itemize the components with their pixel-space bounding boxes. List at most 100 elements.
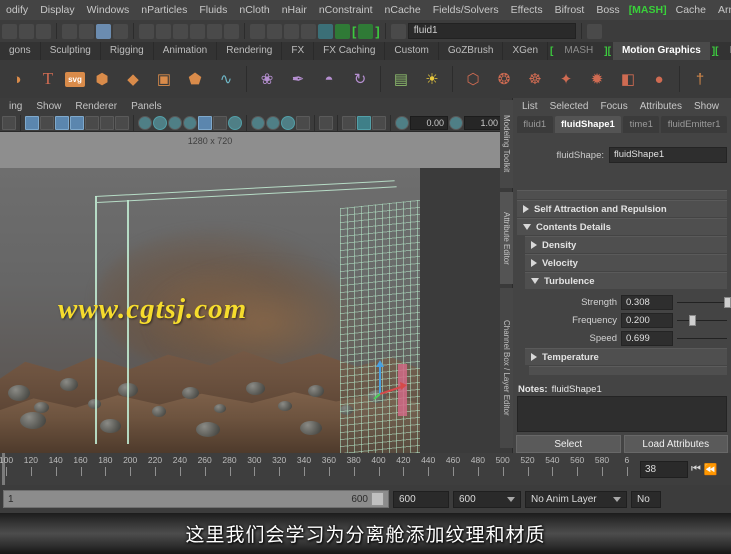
gate-mask-icon[interactable] bbox=[70, 115, 84, 130]
safe-title-icon[interactable] bbox=[115, 115, 129, 130]
ae-menu-attributes[interactable]: Attributes bbox=[634, 101, 688, 112]
snap-point-icon[interactable] bbox=[173, 23, 188, 39]
menu-item-bifrost[interactable]: Bifrost bbox=[549, 0, 591, 20]
film-gate-icon[interactable] bbox=[40, 115, 54, 130]
menu-item-boss[interactable]: Boss bbox=[590, 0, 625, 20]
depth-of-field-icon[interactable] bbox=[281, 115, 295, 130]
menu-item-ncloth[interactable]: nCloth bbox=[233, 0, 275, 20]
particle-cube-icon[interactable]: ⬡ bbox=[459, 65, 487, 93]
hypershade-icon[interactable] bbox=[318, 23, 333, 39]
menu-item-ncache[interactable]: nCache bbox=[379, 0, 427, 20]
section-turbulence[interactable]: Turbulence bbox=[525, 272, 727, 289]
viewport-menu-lighting[interactable]: ing bbox=[2, 101, 29, 112]
menu-item-cache[interactable]: Cache bbox=[670, 0, 712, 20]
svg-icon[interactable]: svg bbox=[65, 71, 85, 87]
menu-item-fields-solvers[interactable]: Fields/Solvers bbox=[427, 0, 505, 20]
particle-sphere-icon[interactable]: ❂ bbox=[490, 65, 518, 93]
texture-border-icon[interactable] bbox=[372, 115, 386, 130]
playback-range-slider[interactable]: 1 600 bbox=[3, 490, 389, 508]
attr-field-strength[interactable]: 0.308 bbox=[621, 294, 673, 310]
smooth-shade-icon[interactable] bbox=[153, 115, 167, 130]
snap-grid-icon[interactable] bbox=[139, 23, 154, 39]
shelf-tab-sculpting[interactable]: Sculpting bbox=[41, 42, 101, 60]
mash-waiter-icon[interactable] bbox=[358, 23, 374, 39]
quick-selection-input[interactable]: fluid1 bbox=[407, 23, 576, 39]
grid-display-icon[interactable] bbox=[25, 115, 39, 130]
shelf-tab-fx-caching[interactable]: FX Caching bbox=[314, 42, 386, 60]
menu-item-arnold[interactable]: Arnold bbox=[712, 0, 731, 20]
playback-end-field[interactable]: 600 bbox=[393, 490, 449, 508]
notes-textarea[interactable] bbox=[517, 396, 727, 432]
save-scene-icon[interactable] bbox=[36, 23, 51, 39]
layers-icon[interactable]: ◆ bbox=[119, 65, 147, 93]
viewport-canvas[interactable]: 1280 x 720 www.cgtsj.com bbox=[0, 132, 500, 453]
particle-spray-icon[interactable]: ✦ bbox=[552, 65, 580, 93]
ae-menu-focus[interactable]: Focus bbox=[594, 101, 633, 112]
menu-item-display[interactable]: Display bbox=[34, 0, 80, 20]
ae-menu-help[interactable]: Help bbox=[725, 101, 731, 112]
curve-node-icon[interactable]: ∿ bbox=[212, 65, 240, 93]
menu-item-windows[interactable]: Windows bbox=[81, 0, 136, 20]
anim-layer-dropdown[interactable]: No Anim Layer bbox=[525, 490, 627, 508]
snap-projection-icon[interactable] bbox=[190, 23, 205, 39]
exposure-field[interactable]: 0.00 bbox=[410, 115, 448, 130]
attr-field-frequency[interactable]: 0.200 bbox=[621, 312, 673, 328]
safe-action-icon[interactable] bbox=[100, 115, 114, 130]
resolution-gate-icon[interactable] bbox=[55, 115, 69, 130]
shape-overlap-icon[interactable]: ◓ bbox=[315, 65, 343, 93]
open-scene-icon[interactable] bbox=[19, 23, 34, 39]
lighting-toggle-icon[interactable] bbox=[198, 115, 212, 130]
multisample-icon[interactable] bbox=[266, 115, 280, 130]
render-view-icon[interactable] bbox=[250, 23, 265, 39]
gamma-icon[interactable] bbox=[449, 115, 463, 130]
section-contents-details[interactable]: Contents Details bbox=[517, 218, 727, 235]
attr-slider-speed[interactable] bbox=[677, 331, 727, 346]
selection-mask-component-icon[interactable] bbox=[113, 23, 128, 39]
particle-burst-icon[interactable]: ✹ bbox=[583, 65, 611, 93]
attribute-sections-scroll-area[interactable]: Self Attraction and Repulsion Contents D… bbox=[513, 190, 731, 382]
load-attributes-button[interactable]: Load Attributes bbox=[623, 435, 728, 453]
viewport-menu-renderer[interactable]: Renderer bbox=[68, 101, 124, 112]
isolate-select-icon[interactable] bbox=[319, 115, 333, 130]
time-slider[interactable]: 100 120 140 160 180 200 220 240 260 280 300 320 340 3… bbox=[0, 453, 637, 485]
mash-network-icon[interactable] bbox=[335, 23, 350, 39]
shelf-tab-fx[interactable]: FX bbox=[282, 42, 315, 60]
move-manipulator-icon[interactable] bbox=[372, 360, 408, 405]
ae-menu-show[interactable]: Show bbox=[688, 101, 725, 112]
node-tab-fluidemitter1[interactable]: fluidEmitter1 bbox=[661, 116, 727, 133]
shelf-tab-custom[interactable]: Custom bbox=[385, 42, 439, 60]
extrude-icon[interactable]: ▣ bbox=[150, 65, 178, 93]
character-set-dropdown[interactable]: No bbox=[631, 490, 661, 508]
new-scene-icon[interactable] bbox=[2, 23, 17, 39]
select-button[interactable]: Select bbox=[516, 435, 621, 453]
node-tab-fluid1[interactable]: fluid1 bbox=[517, 116, 553, 133]
xray-active-components-icon[interactable] bbox=[357, 115, 371, 130]
modeling-toolkit-tab[interactable]: Modeling Toolkit bbox=[500, 100, 513, 188]
shelf-tab-polygons[interactable]: gons bbox=[0, 42, 41, 60]
snap-view-plane-icon[interactable] bbox=[207, 23, 222, 39]
time-slider-playhead[interactable] bbox=[2, 453, 5, 485]
selection-mask-object-icon[interactable] bbox=[96, 23, 111, 39]
xray-joints-icon[interactable] bbox=[342, 115, 356, 130]
node-tab-time1[interactable]: time1 bbox=[623, 116, 660, 133]
shelf-tab-gozbrush[interactable]: GoZBrush bbox=[439, 42, 504, 60]
shadows-icon[interactable] bbox=[213, 115, 227, 130]
node-name-input[interactable]: fluidShape1 bbox=[609, 147, 727, 163]
current-frame-field[interactable]: 38 bbox=[640, 460, 688, 478]
shelf-tab-bifrost[interactable]: Bifrost bbox=[721, 42, 731, 60]
light-icon[interactable]: ☀ bbox=[418, 65, 446, 93]
menu-item-nparticles[interactable]: nParticles bbox=[135, 0, 193, 20]
shelf-tab-animation[interactable]: Animation bbox=[154, 42, 218, 60]
selection-mask-hierarchy-icon[interactable] bbox=[79, 23, 94, 39]
particle-cloud-icon[interactable]: ☸ bbox=[521, 65, 549, 93]
display-layer-icon[interactable]: ▤ bbox=[387, 65, 415, 93]
section-partial-above[interactable] bbox=[517, 190, 727, 199]
exposure-icon[interactable] bbox=[395, 115, 409, 130]
section-temperature[interactable]: Temperature bbox=[525, 348, 727, 365]
slider-thumb[interactable] bbox=[689, 314, 696, 326]
menu-item-fluids[interactable]: Fluids bbox=[193, 0, 233, 20]
fluid-drop-icon[interactable]: ● bbox=[645, 65, 673, 93]
menu-item-modify[interactable]: odify bbox=[0, 0, 34, 20]
field-axis-icon[interactable]: † bbox=[686, 65, 714, 93]
menu-item-effects[interactable]: Effects bbox=[505, 0, 549, 20]
